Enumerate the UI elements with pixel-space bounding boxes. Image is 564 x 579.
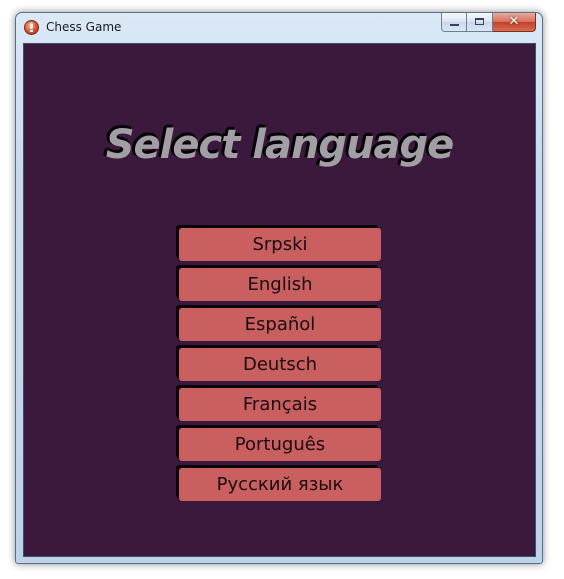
minimize-icon [450,24,459,26]
language-button-srpski[interactable]: Srpski [179,228,381,261]
close-icon: ✕ [508,14,520,29]
app-warning-icon[interactable] [24,20,39,35]
page-title: Select language [105,122,455,168]
language-button-portugues[interactable]: Português [179,428,381,461]
game-canvas: Select language Srpski English Español D… [23,43,536,557]
language-button-russian[interactable]: Русский язык [179,468,381,501]
app-window: Chess Game ✕ Select language Srpski Engl… [15,12,543,564]
close-button[interactable]: ✕ [493,13,536,32]
minimize-button[interactable] [441,13,467,32]
language-button-francais[interactable]: Français [179,388,381,421]
language-button-english[interactable]: English [179,268,381,301]
language-button-deutsch[interactable]: Deutsch [179,348,381,381]
window-title: Chess Game [46,20,122,34]
maximize-button[interactable] [467,13,493,32]
maximize-icon [475,18,484,25]
caption-buttons: ✕ [441,13,536,33]
language-list: Srpski English Español Deutsch Français … [179,228,383,508]
language-button-espanol[interactable]: Español [179,308,381,341]
title-bar[interactable]: Chess Game ✕ [16,13,542,41]
